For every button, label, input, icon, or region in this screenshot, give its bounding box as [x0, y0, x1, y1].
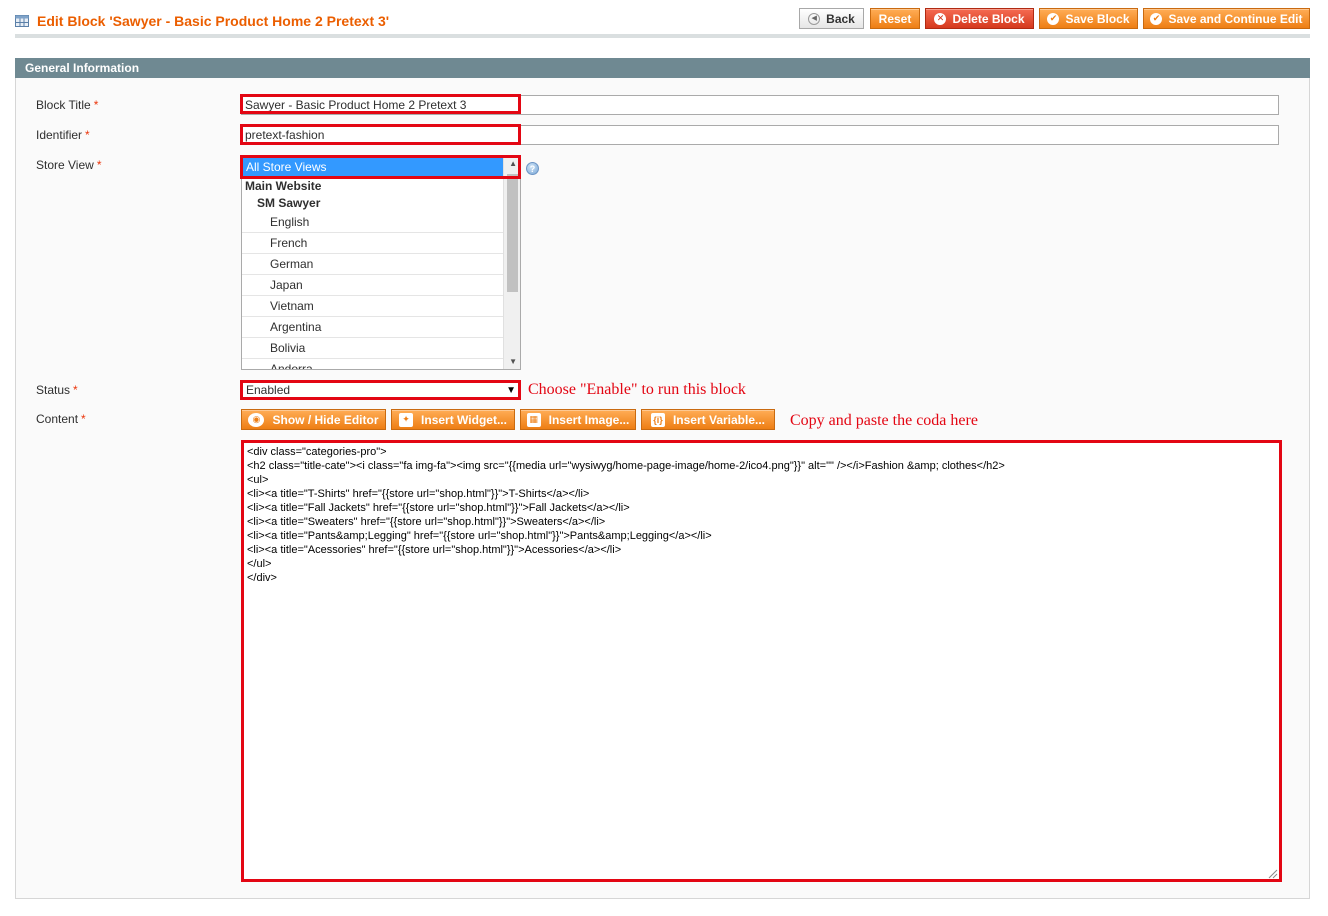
scroll-down-icon[interactable]: ▼: [509, 357, 517, 366]
store-view-group-store: SM Sawyer: [257, 196, 321, 210]
chevron-down-icon: ▼: [506, 385, 516, 396]
save-block-button[interactable]: ✔ Save Block: [1039, 8, 1138, 29]
identifier-label: Identifier *: [36, 128, 90, 142]
checkmark-icon: ✔: [1047, 12, 1060, 25]
status-label-text: Status: [36, 383, 71, 397]
store-view-scrollbar[interactable]: ▲ ▼: [503, 156, 520, 369]
reset-button[interactable]: Reset: [870, 8, 920, 29]
widget-icon: ✦: [399, 412, 414, 427]
save-continue-button[interactable]: ✔ Save and Continue Edit: [1143, 8, 1310, 29]
back-button-label: Back: [826, 11, 855, 26]
checkmark-icon: ✔: [1150, 12, 1163, 25]
show-hide-editor-label: Show / Hide Editor: [272, 412, 379, 427]
page-header: Edit Block 'Sawyer - Basic Product Home …: [15, 11, 389, 31]
store-view-option[interactable]: Japan: [242, 275, 504, 296]
store-view-option[interactable]: Bolivia: [242, 338, 504, 359]
scroll-up-icon[interactable]: ▲: [509, 159, 517, 168]
content-textarea[interactable]: <div class="categories-pro"> <h2 class="…: [242, 441, 1281, 882]
insert-image-button[interactable]: ▦ Insert Image...: [520, 409, 636, 430]
status-annotation: Choose "Enable" to run this block: [528, 381, 746, 398]
grid-table-icon: [15, 15, 29, 27]
store-view-option-all[interactable]: All Store Views: [242, 156, 504, 178]
store-view-multiselect[interactable]: All Store Views Main Website SM Sawyer E…: [241, 155, 521, 370]
required-marker: *: [81, 412, 86, 426]
required-marker: *: [73, 383, 78, 397]
show-hide-editor-button[interactable]: ◉ Show / Hide Editor: [241, 409, 386, 430]
insert-widget-label: Insert Widget...: [421, 412, 507, 427]
block-title-label-text: Block Title: [36, 98, 91, 112]
content-label: Content *: [36, 412, 86, 426]
delete-block-button[interactable]: ✕ Delete Block: [925, 8, 1034, 29]
insert-widget-button[interactable]: ✦ Insert Widget...: [391, 409, 515, 430]
store-view-label-text: Store View: [36, 158, 94, 172]
store-view-option[interactable]: German: [242, 254, 504, 275]
eye-icon: ◉: [248, 412, 265, 427]
insert-image-label: Insert Image...: [548, 412, 630, 427]
status-select[interactable]: Enabled ▼: [241, 381, 521, 399]
status-label: Status *: [36, 383, 78, 397]
resize-grip-icon[interactable]: [1268, 868, 1278, 879]
store-view-option[interactable]: Vietnam: [242, 296, 504, 317]
store-view-option[interactable]: English: [242, 212, 504, 233]
required-marker: *: [85, 128, 90, 142]
variable-icon: {i}: [650, 412, 665, 427]
content-label-text: Content: [36, 412, 79, 426]
reset-button-label: Reset: [878, 11, 912, 26]
identifier-input[interactable]: [241, 125, 1279, 145]
delete-button-label: Delete Block: [952, 11, 1025, 26]
block-title-label: Block Title *: [36, 98, 98, 112]
store-view-group-website: Main Website: [245, 179, 322, 193]
save-button-label: Save Block: [1065, 11, 1130, 26]
required-marker: *: [96, 158, 102, 172]
identifier-label-text: Identifier: [36, 128, 83, 142]
save-continue-label: Save and Continue Edit: [1168, 11, 1303, 26]
insert-variable-button[interactable]: {i} Insert Variable...: [641, 409, 775, 430]
back-button[interactable]: ◀ Back: [799, 8, 864, 29]
block-title-input[interactable]: [241, 95, 1279, 115]
insert-variable-label: Insert Variable...: [672, 412, 766, 427]
header-divider: [15, 34, 1310, 38]
section-title: General Information: [15, 58, 1310, 78]
help-icon[interactable]: ?: [526, 162, 539, 175]
back-arrow-icon: ◀: [808, 12, 821, 25]
store-view-option[interactable]: French: [242, 233, 504, 254]
page-title: Edit Block 'Sawyer - Basic Product Home …: [37, 13, 390, 29]
store-view-label: Store View *: [36, 158, 101, 172]
delete-circle-icon: ✕: [934, 12, 947, 25]
scrollbar-thumb[interactable]: [507, 174, 518, 292]
store-view-option[interactable]: Andorra: [242, 359, 504, 369]
store-view-option[interactable]: Argentina: [242, 317, 504, 338]
image-icon: ▦: [526, 412, 541, 427]
required-marker: *: [93, 98, 99, 112]
status-select-value: Enabled: [246, 383, 291, 397]
content-annotation: Copy and paste the coda here: [790, 412, 978, 429]
